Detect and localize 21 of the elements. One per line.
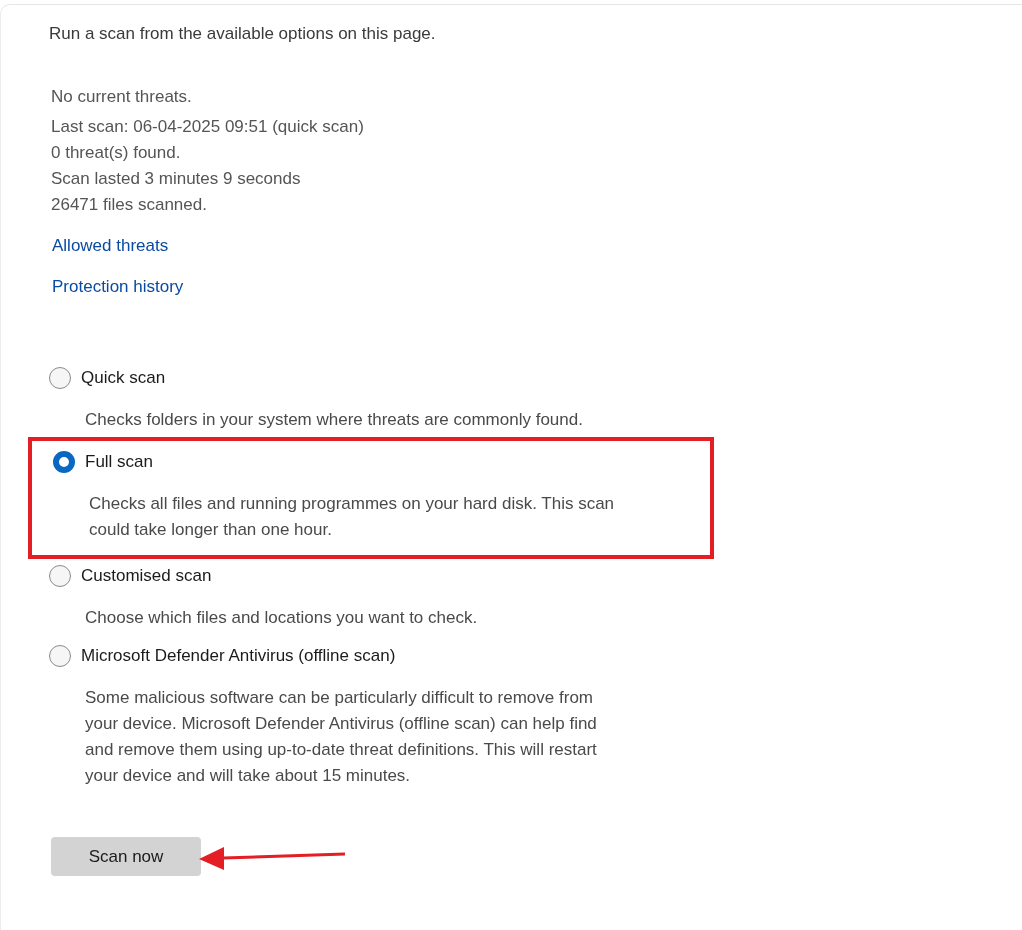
option-label: Full scan: [85, 452, 154, 472]
option-description: Choose which files and locations you want to check.: [85, 607, 479, 629]
link[interactable]: Allowed threats: [52, 234, 169, 258]
intro-text: Run a scan from the available options on this page.: [49, 23, 437, 45]
option-label: Quick scan: [81, 368, 166, 388]
option-description: Checks folders in your system where threats are commonly found.: [85, 409, 584, 431]
radio-button[interactable]: [49, 645, 71, 667]
status-text: No current threats.: [51, 86, 193, 108]
radio-button[interactable]: [49, 565, 71, 587]
radio-button[interactable]: [53, 451, 75, 473]
status-text: Last scan: 06-04-2025 09:51 (quick scan): [51, 116, 365, 138]
option-description: Checks all files and running programmes on your hard disk. This scan could take longer than one hour.: [89, 493, 616, 541]
scan-now-button[interactable]: Scan now: [51, 837, 201, 876]
status-text: 26471 files scanned.: [51, 194, 208, 216]
option-label: Customised scan: [81, 566, 212, 586]
status-text: 0 threat(s) found.: [51, 142, 182, 164]
option-description: Some malicious software can be particularly difficult to remove from your device. Microsoft Defender Antivirus (offline scan) can help find and remove them using up-to-date threat definitions. This will restart your device and will take about 15 minutes.: [85, 687, 598, 787]
radio-button[interactable]: [49, 367, 71, 389]
option-label: Microsoft Defender Antivirus (offline scan): [81, 646, 396, 666]
status-text: Scan lasted 3 minutes 9 seconds: [51, 168, 302, 190]
link[interactable]: Protection history: [52, 275, 184, 299]
